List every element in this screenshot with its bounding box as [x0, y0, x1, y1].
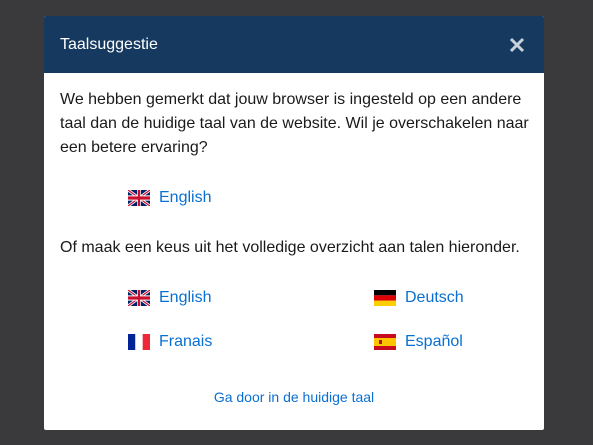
continue-current-language-link[interactable]: Ga door in de huidige taal [44, 388, 544, 406]
dialog-title: Taalsuggestie [60, 36, 158, 53]
suggested-language-english-link[interactable]: English [128, 187, 211, 209]
dialog-header: Taalsuggestie [44, 16, 544, 73]
language-label-deutsch: Deutsch [405, 289, 464, 306]
language-espanol-link[interactable]: Español [374, 331, 463, 353]
language-label-francais: Franais [159, 333, 213, 350]
uk-flag-icon [128, 290, 150, 306]
intro-text: We hebben gemerkt dat jouw browser is in… [60, 91, 529, 156]
close-button[interactable] [504, 32, 530, 58]
uk-flag-icon [128, 190, 150, 206]
language-english-link[interactable]: English [128, 287, 211, 309]
dialog-body: We hebben gemerkt dat jouw browser is in… [44, 73, 544, 430]
language-francais-link[interactable]: Franais [128, 331, 212, 353]
language-suggestion-dialog: Taalsuggestie We hebben gemerkt dat jouw… [44, 16, 544, 430]
suggested-language-label: English [159, 189, 212, 206]
germany-flag-icon [374, 290, 396, 306]
overview-text: Of maak een keus uit het volledige overz… [60, 239, 520, 256]
close-icon [509, 37, 525, 53]
language-label-espanol: Español [405, 333, 463, 350]
language-label-english: English [159, 289, 212, 306]
france-flag-icon [128, 334, 150, 350]
spain-flag-icon [374, 334, 396, 350]
language-deutsch-link[interactable]: Deutsch [374, 287, 464, 309]
